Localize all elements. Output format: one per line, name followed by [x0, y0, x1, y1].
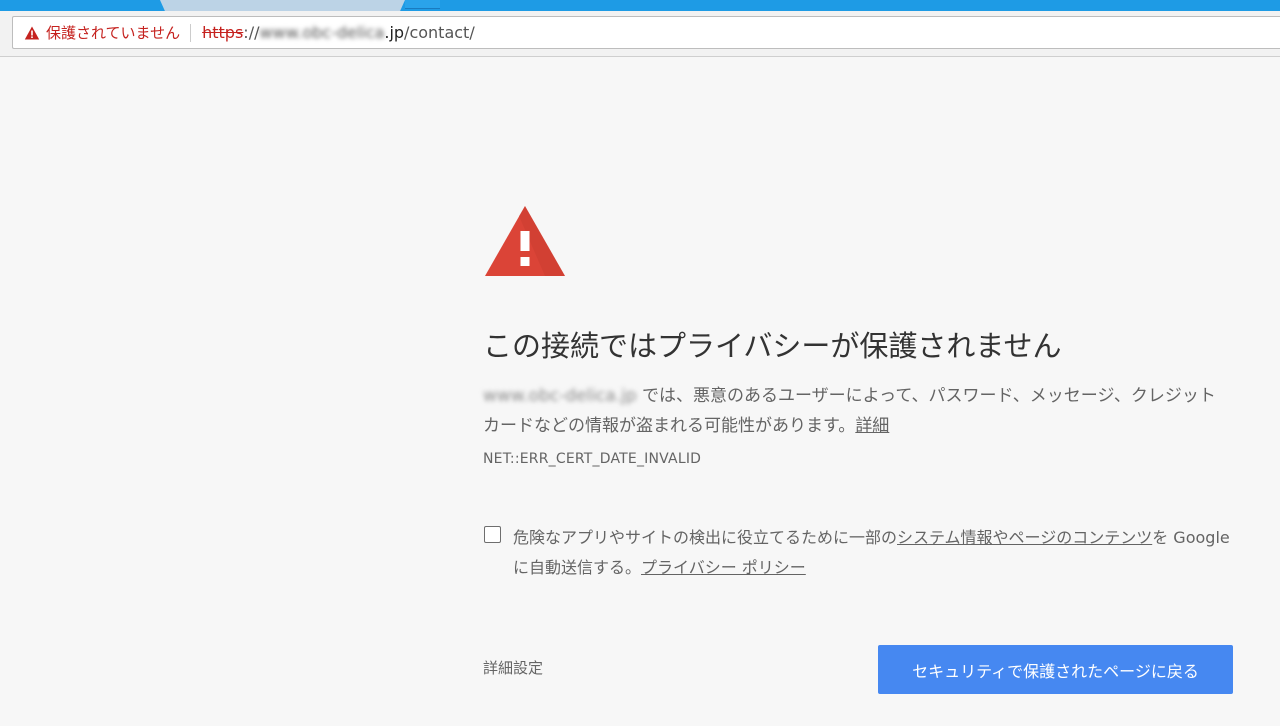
browser-tab[interactable]: [160, 0, 405, 11]
interstitial-page: この接続ではプライバシーが保護されません www.obc-delica.jp で…: [0, 57, 1280, 726]
page-title: この接続ではプライバシーが保護されません: [483, 329, 1062, 363]
advanced-button[interactable]: 詳細設定: [483, 657, 543, 678]
tab-strip: [0, 0, 1280, 11]
optin-checkbox[interactable]: [484, 526, 501, 543]
back-to-safety-button[interactable]: セキュリティで保護されたページに戻る: [878, 645, 1233, 694]
url-separator: ://: [243, 23, 260, 42]
privacy-policy-link[interactable]: プライバシー ポリシー: [641, 558, 806, 577]
address-bar[interactable]: 保護されていません https :// www.obc-delica .jp /…: [12, 16, 1280, 49]
security-status-label[interactable]: 保護されていません: [46, 22, 180, 43]
browser-toolbar: 保護されていません https :// www.obc-delica .jp /…: [0, 11, 1280, 57]
optin-text-before: 危険なアプリやサイトの検出に役立てるために一部の: [513, 528, 898, 547]
error-code: NET::ERR_CERT_DATE_INVALID: [483, 451, 702, 467]
url-path: /contact/: [404, 23, 475, 42]
site-host-redacted: www.obc-delica.jp: [483, 386, 637, 406]
url-host-tld: .jp: [384, 23, 405, 42]
explanation-text: www.obc-delica.jp では、悪意のあるユーザーによって、パスワード…: [483, 381, 1235, 441]
system-info-link[interactable]: システム情報やページのコンテンツ: [897, 528, 1152, 547]
warning-triangle-icon[interactable]: [24, 25, 40, 41]
omnibox-divider: [190, 23, 192, 42]
optin-label: 危険なアプリやサイトの検出に役立てるために一部のシステム情報やページのコンテンツ…: [513, 523, 1233, 583]
url-host-redacted: www.obc-delica: [259, 23, 385, 42]
error-triangle-icon: [485, 206, 565, 276]
new-tab-button[interactable]: [405, 0, 440, 9]
details-link[interactable]: 詳細: [855, 416, 889, 436]
url-scheme: https: [202, 23, 244, 42]
